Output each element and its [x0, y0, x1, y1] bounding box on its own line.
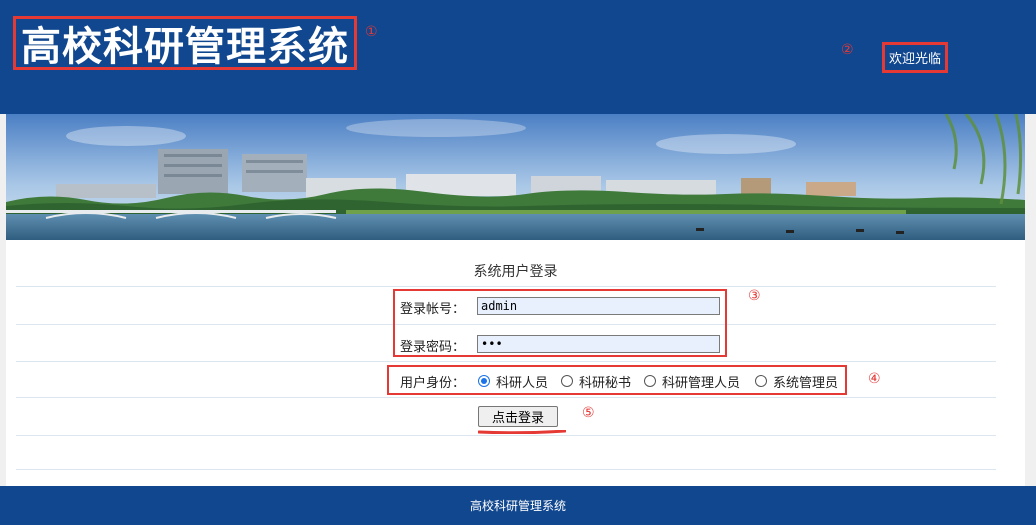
divider [16, 361, 996, 362]
annotation-marker-2: ② [841, 42, 854, 58]
role-radio-admin[interactable] [755, 375, 767, 387]
welcome-link[interactable]: 欢迎光临 [882, 42, 948, 73]
role-label-admin: 系统管理员 [773, 376, 839, 391]
title-annotation-box: 高校科研管理系统 [13, 16, 357, 70]
divider [16, 469, 996, 470]
role-radio-secretary[interactable] [561, 375, 573, 387]
annotation-marker-5: ⑤ [582, 405, 595, 421]
annotation-marker-4: ④ [868, 371, 881, 387]
role-label-manager: 科研管理人员 [662, 376, 741, 391]
divider [16, 435, 996, 436]
role-label: 用户身份： [400, 376, 466, 391]
role-label-secretary: 科研秘书 [579, 376, 632, 391]
password-input[interactable] [477, 335, 720, 353]
login-button[interactable]: 点击登录 [478, 406, 558, 427]
header-bar: 高校科研管理系统 ① ② 欢迎光临 [0, 0, 1036, 114]
footer-bar: 高校科研管理系统 [0, 486, 1036, 525]
divider [16, 286, 996, 287]
annotation-marker-1: ① [365, 24, 378, 40]
account-label: 登录帐号： [400, 302, 466, 317]
login-panel: 系统用户登录 ③ 登录帐号： 登录密码： ④ 用户身份： 科研人员 科研秘书 科… [6, 240, 1025, 486]
annotation-marker-3: ③ [748, 288, 761, 304]
divider [16, 397, 996, 398]
account-input[interactable] [477, 297, 720, 315]
welcome-text: 欢迎光临 [888, 52, 941, 67]
role-radio-manager[interactable] [644, 375, 656, 387]
login-title: 系统用户登录 [473, 264, 558, 280]
password-label: 登录密码： [400, 340, 466, 355]
app-title: 高校科研管理系统 [21, 24, 349, 70]
campus-banner-image [6, 114, 1025, 240]
role-label-researcher: 科研人员 [496, 376, 549, 391]
footer-text: 高校科研管理系统 [469, 499, 566, 513]
button-underline-annotation [478, 430, 566, 434]
right-margin [1025, 114, 1036, 486]
role-radio-researcher[interactable] [478, 375, 490, 387]
